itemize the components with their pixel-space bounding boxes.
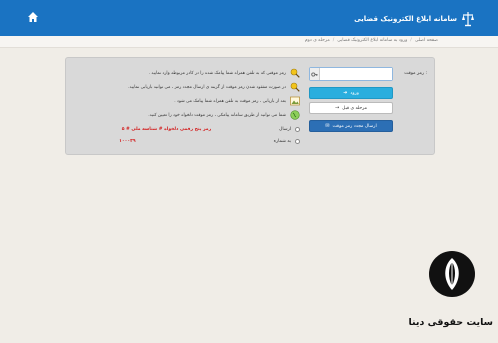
home-icon[interactable] [27,11,39,23]
send-status-row: ارسال رمز پنج رقمی دلخواه # شناسه ملی # … [80,125,300,134]
breadcrumb: صفحه اصلی / ورود به سامانه ابلاغ الکترون… [305,38,438,43]
login-button[interactable]: ورود ➜ [309,87,393,99]
back-button-label: مرحله ی قبل [342,105,368,111]
instruction-row: شما می توانید از طریق سامانه پیامکی ، رم… [80,108,300,122]
feather-logo-icon [429,251,475,297]
search-key-icon [290,82,300,92]
instruction-text: رمز موقتی که به تلفن همراه شما پیامک شده… [148,70,286,76]
image-icon [290,96,300,106]
globe-icon [290,110,300,120]
temp-password-input[interactable] [320,68,392,80]
app-title: سامانه ابلاغ الکترونیک قضایی [354,15,457,23]
back-button[interactable]: مرحله ی قبل → [309,102,393,114]
envelope-icon: ✉ [325,122,330,129]
send-status-label: ارسال [279,127,291,132]
instruction-row: بعد از بازیابی ، رمز موقت به تلفن همراه … [80,94,300,108]
bullet-icon [295,127,300,132]
login-button-label: ورود [350,90,359,96]
watermark-text: سایت حقوقی دینا [408,317,493,328]
breadcrumb-home[interactable]: صفحه اصلی [415,38,438,43]
breadcrumb-step-two: مرحله ی دوم [304,38,330,43]
temp-password-field[interactable] [309,67,393,81]
watermark: سایت حقوقی دینا [408,251,493,337]
sign-in-icon: ➜ [343,89,348,96]
breadcrumb-login[interactable]: ورود به سامانه ابلاغ الکترونیک قضایی [337,38,407,43]
arrow-right-icon: → [334,104,340,111]
bullet-icon [295,139,300,144]
number-row: به شماره ۱۰۰۰۳۹ [80,137,300,146]
instructions: رمز موقتی که به تلفن همراه شما پیامک شده… [80,66,300,146]
breadcrumb-separator: / [410,38,412,43]
temp-password-label: رمز موقت : [404,71,427,76]
number-value: ۱۰۰۰۳۹ [119,139,136,144]
instruction-row: رمز موقتی که به تلفن همراه شما پیامک شده… [80,66,300,80]
login-step-two-panel: رمز موقت : ورود ➜ مرحله ی قبل → ارسال مج… [65,57,435,155]
instruction-text: بعد از بازیابی ، رمز موقت به تلفن همراه … [174,98,286,104]
instruction-text: شما می توانید از طریق سامانه پیامکی ، رم… [148,112,286,118]
instruction-text: در صورت مفقود شدن رمز موقت از گزینه ی ار… [128,84,286,90]
search-key-icon [290,68,300,78]
brand[interactable]: سامانه ابلاغ الکترونیک قضایی [354,11,475,27]
scales-logo-icon [462,12,474,27]
top-navbar: سامانه ابلاغ الکترونیک قضایی [0,0,498,36]
instruction-row: در صورت مفقود شدن رمز موقت از گزینه ی ار… [80,80,300,94]
breadcrumb-separator: / [332,38,335,43]
send-status-value: رمز پنج رقمی دلخواه # شناسه ملی # ۵ [121,127,212,132]
resend-password-button[interactable]: ارسال مجدد رمز موقت ✉ [309,120,393,132]
number-label: به شماره [273,139,291,144]
resend-password-label: ارسال مجدد رمز موقت [332,123,377,129]
key-icon [310,68,320,80]
breadcrumb-bar: صفحه اصلی / ورود به سامانه ابلاغ الکترون… [0,36,498,48]
